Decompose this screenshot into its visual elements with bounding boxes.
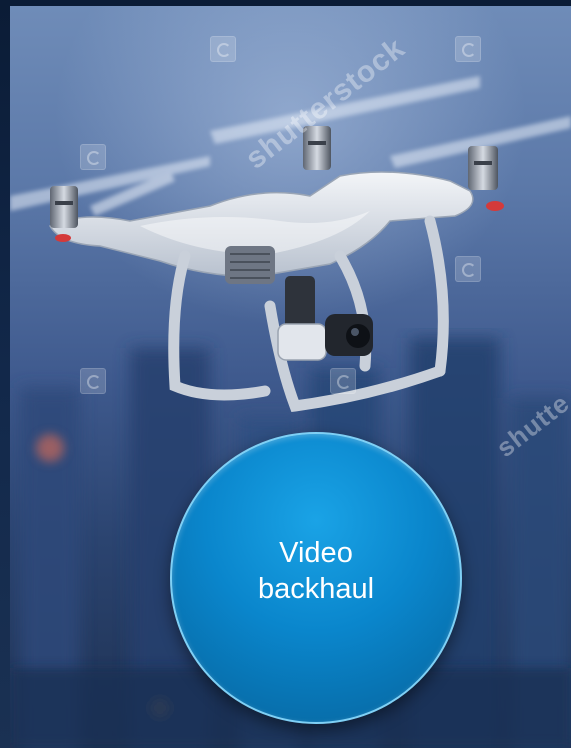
watermark-logo-icon <box>210 36 236 62</box>
video-backhaul-bubble: Video backhaul <box>170 432 462 724</box>
watermark-logo-icon <box>455 36 481 62</box>
watermark-logo-icon <box>80 368 106 394</box>
left-border <box>0 0 10 748</box>
slide-frame: shutterstock shutte Video backhaul <box>0 0 571 748</box>
bubble-label: Video backhaul <box>257 537 375 605</box>
watermark-logo-icon <box>330 368 356 394</box>
watermark-logo-icon <box>455 256 481 282</box>
watermark-logo-icon <box>80 144 106 170</box>
